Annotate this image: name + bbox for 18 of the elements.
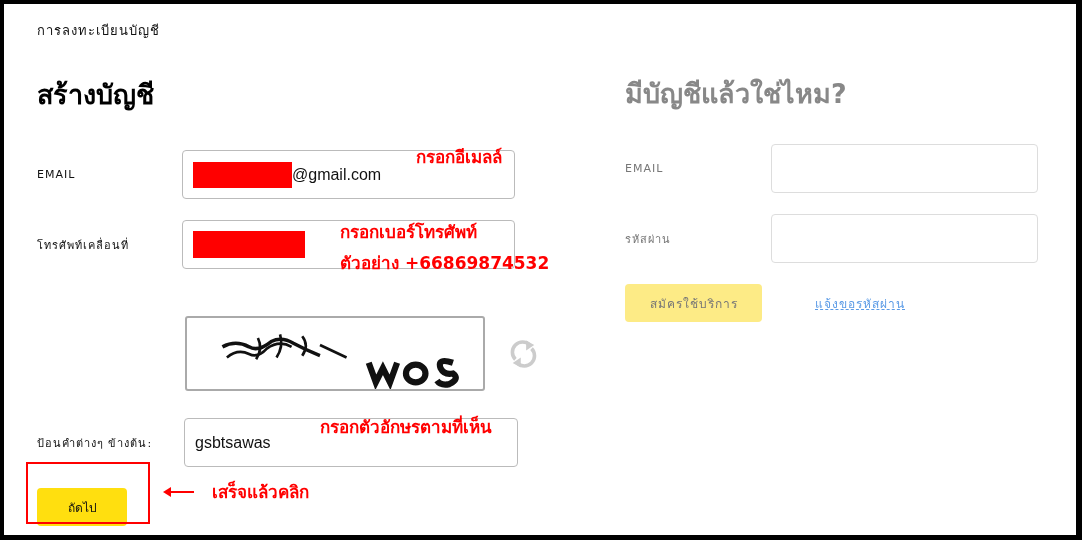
input-field[interactable] [771,214,1038,263]
field-label: EMAIL [625,162,665,175]
annotation-text: ตัวอย่าง +66869874532 [340,252,550,274]
annotation-text: เสร็จแล้วคลิก [212,481,309,503]
page-title: สร้างบัญชี [37,78,155,113]
breadcrumb: การลงทะเบียนบัญชี [37,22,160,40]
next-button[interactable]: ถัดไป [37,488,127,526]
section-title: มีบัญชีแล้วใช่ไหม? [625,77,848,112]
annotation-text: กรอกเบอร์โทรศัพท์ [340,221,477,243]
sign-in-button[interactable]: สมัครใช้บริการ [625,284,762,322]
annotation-text: กรอกตัวอักษรตามที่เห็น [320,416,492,438]
arrow-icon [163,487,195,497]
field-label: ป้อนคำต่างๆ ข้างต้น: [37,435,154,452]
refresh-icon[interactable] [510,337,537,370]
field-label: รหัสผ่าน [625,231,672,248]
field-label: EMAIL [37,168,77,181]
field-label: โทรศัพท์เคลื่อนที่ [37,236,130,254]
input-field[interactable] [771,144,1038,193]
